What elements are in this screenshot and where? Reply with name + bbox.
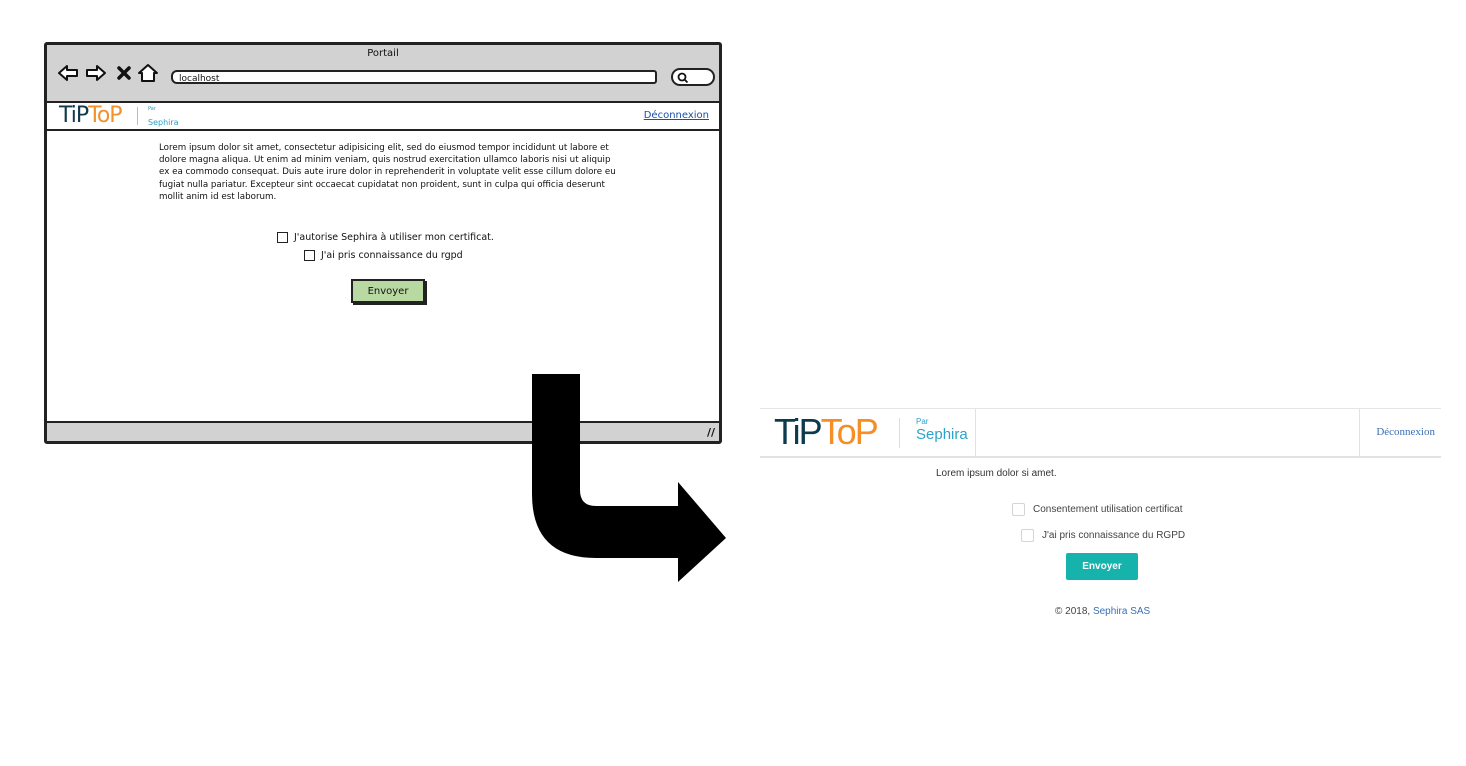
footer: © 2018, Sephira SAS	[1055, 606, 1150, 617]
logo-part-tip: TiP	[774, 411, 823, 452]
sephira-label: Sephira	[148, 118, 179, 127]
sephira-label: Sephira	[916, 426, 968, 443]
wireframe-checkbox-certificate-row[interactable]: J'autorise Sephira à utiliser mon certif…	[277, 232, 494, 243]
search-button[interactable]	[671, 68, 715, 86]
close-icon[interactable]	[113, 62, 135, 84]
logout-link[interactable]: Déconnexion	[1376, 426, 1435, 438]
checkbox[interactable]	[277, 232, 288, 243]
address-bar[interactable]: localhost	[171, 70, 657, 84]
checkbox-rgpd-row[interactable]: J'ai pris connaissance du RGPD	[1021, 529, 1185, 542]
wireframe-send-button[interactable]: Envoyer	[351, 279, 425, 303]
sephira-brand: Par Sephira	[137, 106, 179, 127]
send-button[interactable]: Envoyer	[1066, 553, 1138, 580]
tiptop-logo: TiPToP	[59, 103, 123, 128]
forward-arrow-icon[interactable]	[85, 62, 107, 84]
wireframe-paragraph: Lorem ipsum dolor sit amet, consectetur …	[159, 143, 616, 202]
par-label: Par	[916, 417, 929, 426]
checkbox-certificate-row[interactable]: Consentement utilisation certificat	[1012, 503, 1183, 516]
checkbox[interactable]	[1012, 503, 1025, 516]
checkbox-label: J'ai pris connaissance du rgpd	[321, 250, 463, 261]
transition-arrow-icon	[532, 374, 726, 582]
checkbox-label: J'ai pris connaissance du RGPD	[1042, 530, 1186, 541]
home-icon[interactable]	[137, 62, 159, 84]
checkbox[interactable]	[1021, 529, 1034, 542]
par-label: Par	[148, 106, 156, 112]
logo-part-top: ToP	[88, 103, 122, 128]
intro-text: Lorem ipsum dolor si amet.	[936, 468, 1057, 479]
site-header: TiPToP Par Sephira Déconnexion	[760, 408, 1441, 458]
wireframe-checkbox-rgpd-row[interactable]: J'ai pris connaissance du rgpd	[304, 250, 463, 261]
tiptop-logo[interactable]: TiPToP	[774, 411, 879, 452]
checkbox-label: Consentement utilisation certificat	[1033, 504, 1183, 515]
logout-link[interactable]: Déconnexion	[644, 110, 709, 121]
header-divider	[1359, 409, 1360, 456]
footer-company-link[interactable]: Sephira SAS	[1093, 606, 1150, 617]
sephira-brand: Par Sephira	[899, 418, 968, 448]
wireframe-site-header: TiPToP Par Sephira Déconnexion	[47, 103, 719, 131]
logo-part-tip: TiP	[59, 103, 89, 128]
footer-copyright: © 2018,	[1055, 606, 1091, 617]
header-divider	[975, 409, 976, 456]
back-arrow-icon[interactable]	[57, 62, 79, 84]
checkbox[interactable]	[304, 250, 315, 261]
search-icon	[677, 72, 689, 84]
wireframe-browser-chrome: Portail localhost	[47, 45, 719, 103]
checkbox-label: J'autorise Sephira à utiliser mon certif…	[294, 232, 494, 243]
wireframe-window-title: Portail	[367, 48, 399, 59]
logo-part-top: ToP	[820, 411, 879, 452]
